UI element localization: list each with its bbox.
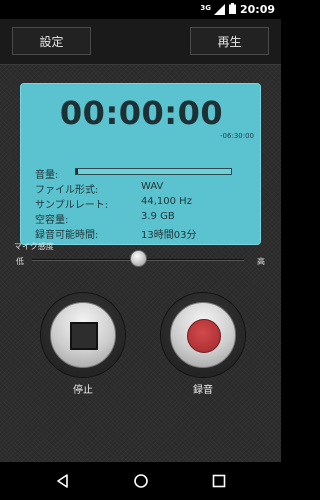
stop-button-face[interactable] (50, 302, 116, 368)
format-value: WAV (141, 181, 164, 192)
stop-label: 停止 (73, 385, 93, 396)
signal-icon (213, 4, 225, 15)
settings-button[interactable]: 設定 (12, 27, 91, 55)
record-icon (187, 319, 221, 353)
format-label: ファイル形式: (35, 185, 99, 196)
recording-display: 00:00:00 -06:30:00 音量: ファイル形式: WAV サンプルレ… (20, 83, 261, 245)
level-meter-fill (76, 169, 79, 174)
recordable-row: 録音可能時間: 13時間03分 (35, 226, 250, 241)
remaining-time: -06:30:00 (220, 132, 254, 140)
mic-low-label: 低 (16, 257, 24, 266)
level-label: 音量: (35, 170, 59, 181)
sample-rate-label: サンプルレート: (35, 200, 109, 211)
level-meter (75, 168, 232, 175)
free-space-value: 3.9 GB (141, 211, 175, 222)
top-bar: 設定 再生 (0, 19, 281, 65)
record-button[interactable] (161, 293, 245, 377)
slider-thumb[interactable] (129, 250, 147, 267)
battery-icon (228, 2, 236, 17)
app-content: 設定 再生 00:00:00 -06:30:00 音量: ファイル形式: WAV… (0, 19, 281, 462)
home-circle-icon[interactable] (133, 473, 149, 489)
free-space-row: 空容量: 3.9 GB (35, 211, 250, 226)
format-row: ファイル形式: WAV (35, 181, 250, 196)
recents-square-icon[interactable] (211, 473, 227, 489)
record-button-face[interactable] (170, 302, 236, 368)
network-type: 3G (200, 3, 211, 12)
recordable-value: 13時間03分 (141, 230, 197, 241)
navigation-bar (0, 462, 281, 500)
mic-high-label: 高 (257, 257, 265, 266)
level-row: 音量: (35, 166, 250, 181)
clock: 20:09 (239, 3, 275, 16)
back-triangle-icon[interactable] (55, 473, 71, 489)
play-button[interactable]: 再生 (190, 27, 269, 55)
stop-button[interactable] (41, 293, 125, 377)
record-label: 録音 (193, 385, 213, 396)
stop-icon (70, 322, 98, 350)
elapsed-time: 00:00:00 (59, 94, 224, 132)
recordable-label: 録音可能時間: (35, 230, 99, 241)
free-space-label: 空容量: (35, 215, 69, 226)
mic-sensitivity-label: マイク感度 (14, 242, 54, 251)
sample-rate-row: サンプルレート: 44,100 Hz (35, 196, 250, 211)
status-bar: 3G 20:09 (0, 0, 281, 19)
sample-rate-value: 44,100 Hz (141, 196, 192, 207)
